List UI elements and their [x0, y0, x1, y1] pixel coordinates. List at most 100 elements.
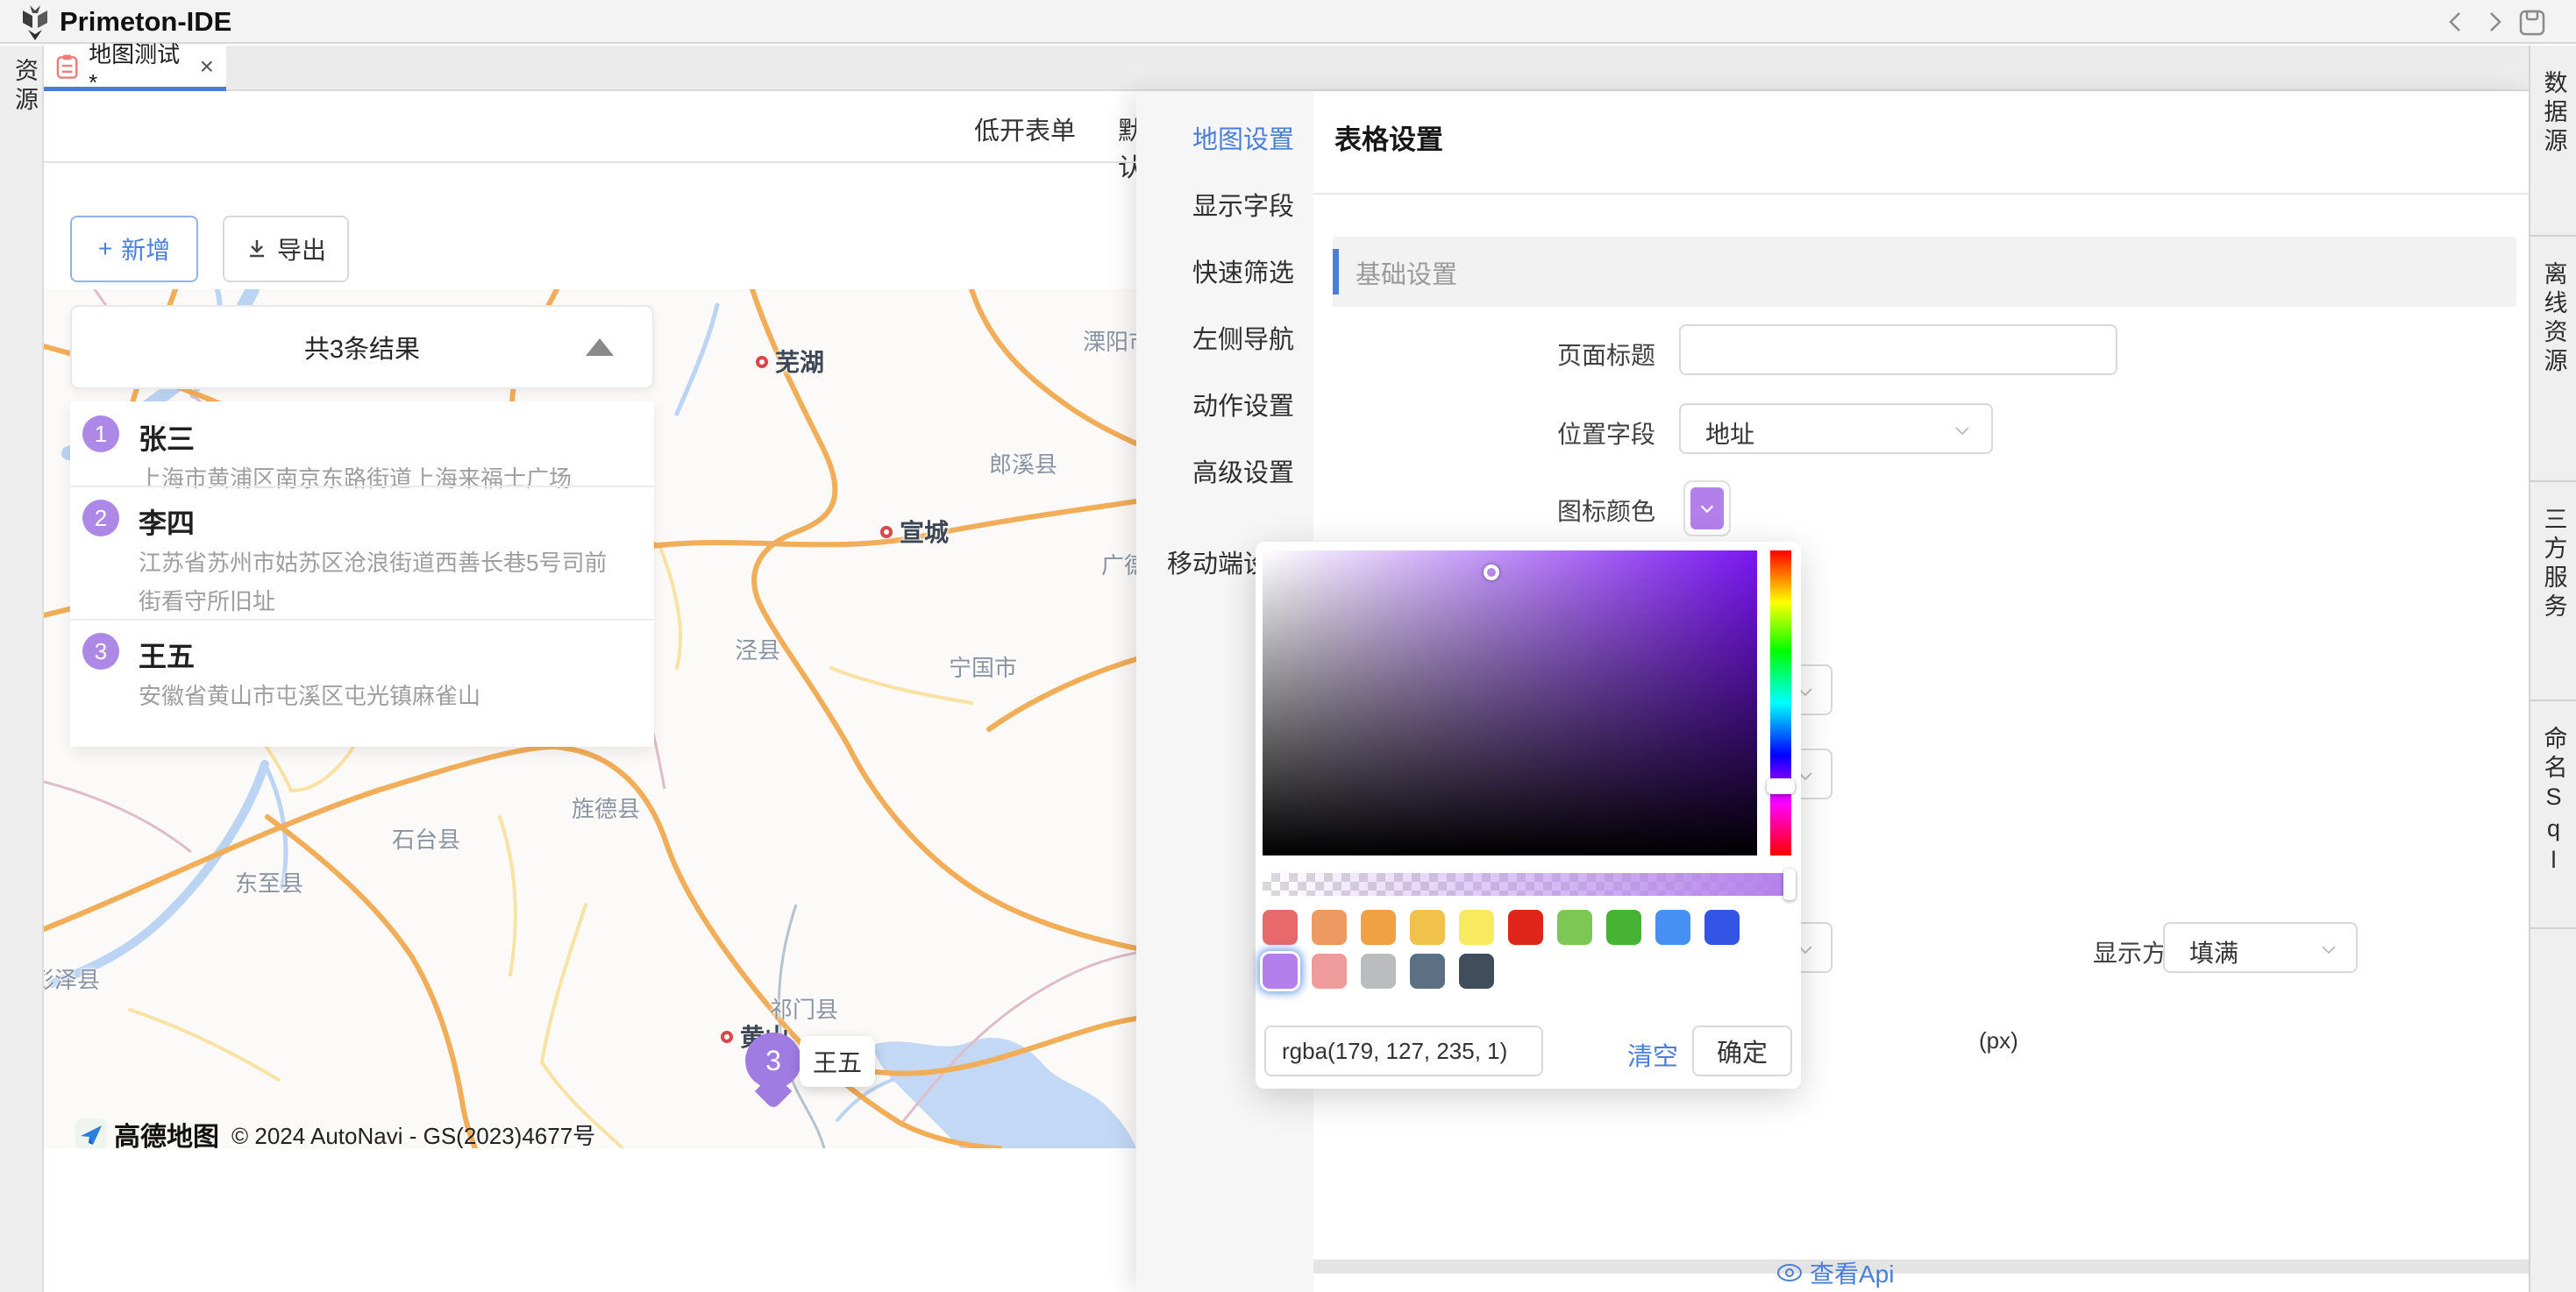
- attribution-text: © 2024 AutoNavi - GS(2023)4677号: [231, 1118, 595, 1149]
- tab-map-test[interactable]: 地图测试* ×: [44, 46, 226, 91]
- app-logo-icon: [18, 5, 53, 40]
- add-button[interactable]: + 新增: [70, 216, 198, 282]
- export-download-icon: [246, 238, 268, 260]
- export-button[interactable]: 导出: [223, 216, 349, 282]
- nav-item-display-fields[interactable]: 显示字段: [1192, 186, 1294, 223]
- confirm-button[interactable]: 确定: [1692, 1026, 1792, 1076]
- display-mode-select[interactable]: 填满: [2163, 922, 2358, 973]
- map-label: 溧阳市: [1083, 324, 1136, 357]
- page-title-label: 页面标题: [1557, 337, 1655, 372]
- section-header: 基础设置: [1333, 237, 2516, 307]
- hue-slider[interactable]: [1770, 550, 1791, 855]
- item-address: 安徽省黄山市屯溪区屯光镇麻雀山: [139, 677, 630, 715]
- item-name: 王五: [139, 635, 195, 675]
- list-divider: [70, 486, 654, 487]
- preset-swatches-row2: [1263, 954, 1508, 989]
- tab-close-icon[interactable]: ×: [200, 53, 214, 81]
- alpha-slider[interactable]: [1263, 873, 1796, 896]
- view-api-link[interactable]: 查看Api: [1776, 1255, 1894, 1290]
- nav-item-action-settings[interactable]: 动作设置: [1192, 386, 1294, 422]
- right-dock: 数据源 离线资源 三方服务 命名Sql: [2529, 46, 2576, 1292]
- nav-item-map-settings[interactable]: 地图设置: [1192, 119, 1294, 156]
- list-item[interactable]: 3 王五 安徽省黄山市屯溪区屯光镇麻雀山: [70, 633, 654, 747]
- preset-swatch[interactable]: [1606, 910, 1641, 945]
- preset-swatch[interactable]: [1459, 954, 1494, 989]
- preset-swatch[interactable]: [1361, 954, 1396, 989]
- icon-color-label: 图标颜色: [1557, 493, 1655, 528]
- pin-callout-label[interactable]: 王五: [800, 1036, 875, 1087]
- item-number-badge: 2: [82, 500, 119, 536]
- preset-swatch-selected[interactable]: [1263, 954, 1298, 989]
- map-label: 石台县: [392, 822, 460, 855]
- map-attribution: 高德地图 © 2024 AutoNavi - GS(2023)4677号: [75, 1115, 595, 1148]
- dock-item-offline-resources[interactable]: 离线资源: [2530, 235, 2576, 480]
- list-item[interactable]: 2 李四 江苏省苏州市姑苏区沧浪街道西善长巷5号司前街看守所旧址: [70, 500, 654, 631]
- city-dot-wuhu: [756, 356, 768, 368]
- nav-back-icon[interactable]: [2444, 11, 2467, 33]
- map-label: 旌德县: [572, 792, 640, 824]
- icon-color-swatch: [1690, 487, 1724, 529]
- plus-icon: +: [98, 235, 112, 263]
- eye-icon: [1776, 1263, 1803, 1282]
- preset-swatch[interactable]: [1410, 910, 1445, 945]
- preset-swatch[interactable]: [1361, 910, 1396, 945]
- dock-item-datasource[interactable]: 数据源: [2530, 46, 2576, 235]
- dock-item-thirdparty-services[interactable]: 三方服务: [2530, 480, 2576, 699]
- page-title-input[interactable]: [1679, 324, 2117, 375]
- clear-button[interactable]: 清空: [1627, 1036, 1678, 1073]
- saturation-cursor[interactable]: [1484, 564, 1499, 580]
- amap-logo-icon: [75, 1118, 107, 1148]
- dock-item-named-sql[interactable]: 命名Sql: [2530, 699, 2576, 927]
- map-label: 彭泽县: [44, 962, 100, 995]
- collapse-triangle-icon[interactable]: [586, 338, 614, 356]
- app-title: Primeton-IDE: [60, 6, 231, 38]
- location-field-select[interactable]: 地址: [1679, 403, 1993, 454]
- sidebar-item-resources[interactable]: 资源: [8, 58, 42, 116]
- map-label: 宁国市: [949, 650, 1017, 683]
- preset-swatch[interactable]: [1312, 910, 1347, 945]
- chevron-down-icon: [1698, 500, 1716, 517]
- alpha-handle[interactable]: [1783, 869, 1796, 900]
- nav-item-advanced-settings[interactable]: 高级设置: [1192, 452, 1294, 489]
- preset-swatch[interactable]: [1508, 910, 1543, 945]
- map-pin-3[interactable]: 3: [745, 1033, 801, 1106]
- color-value-input[interactable]: rgba(179, 127, 235, 1): [1264, 1026, 1543, 1076]
- hue-handle[interactable]: [1767, 778, 1795, 794]
- page-toolbar: 低开表单 默认: [44, 91, 1136, 163]
- nav-forward-icon[interactable]: [2483, 11, 2506, 33]
- map-label: 郎溪县: [989, 447, 1057, 479]
- preset-swatch[interactable]: [1312, 954, 1347, 989]
- location-field-value: 地址: [1705, 415, 1754, 451]
- item-address: 江苏省苏州市姑苏区沧浪街道西善长巷5号司前街看守所旧址: [139, 543, 630, 621]
- map-label: 泾县: [735, 633, 780, 665]
- map-label: 芜湖: [775, 344, 824, 379]
- pin-number: 3: [745, 1033, 801, 1089]
- preset-swatch[interactable]: [1557, 910, 1592, 945]
- preset-swatch[interactable]: [1263, 910, 1298, 945]
- save-icon[interactable]: [2518, 9, 2546, 37]
- panel-divider: [1313, 193, 2529, 195]
- preset-swatches-row1: [1263, 910, 1754, 945]
- left-sidebar: 资源: [0, 46, 44, 1292]
- display-mode-value: 填满: [2189, 934, 2238, 969]
- results-list: 1 张三 上海市黄浦区南京东路街道上海来福士广场 2 李四 江苏省苏州市姑苏区沧…: [70, 401, 654, 747]
- city-dot-xuancheng: [880, 526, 893, 538]
- section-label: 基础设置: [1356, 254, 1457, 291]
- toolbar-item-lowcode-form[interactable]: 低开表单: [974, 110, 1076, 147]
- chevron-down-icon: [2319, 940, 2338, 959]
- preset-swatch[interactable]: [1704, 910, 1740, 945]
- preset-swatch[interactable]: [1410, 954, 1445, 989]
- app-window: Primeton-IDE 资源 地图测试* × 低开表单 默认 +: [0, 0, 2576, 1292]
- nav-item-left-nav[interactable]: 左侧导航: [1192, 319, 1294, 356]
- saturation-area[interactable]: [1263, 550, 1757, 855]
- location-field-label: 位置字段: [1557, 415, 1655, 451]
- icon-color-swatch-button[interactable]: [1683, 480, 1731, 536]
- item-number-badge: 1: [82, 415, 119, 452]
- px-suffix: (px): [1979, 1027, 2018, 1054]
- color-picker-popup: rgba(179, 127, 235, 1) 清空 确定: [1256, 542, 1801, 1089]
- preset-swatch[interactable]: [1655, 910, 1690, 945]
- preset-swatch[interactable]: [1459, 910, 1494, 945]
- results-summary-bar[interactable]: 共3条结果: [70, 305, 654, 389]
- nav-item-quick-filter[interactable]: 快速筛选: [1192, 252, 1294, 289]
- toolbar-divider: [44, 161, 1136, 163]
